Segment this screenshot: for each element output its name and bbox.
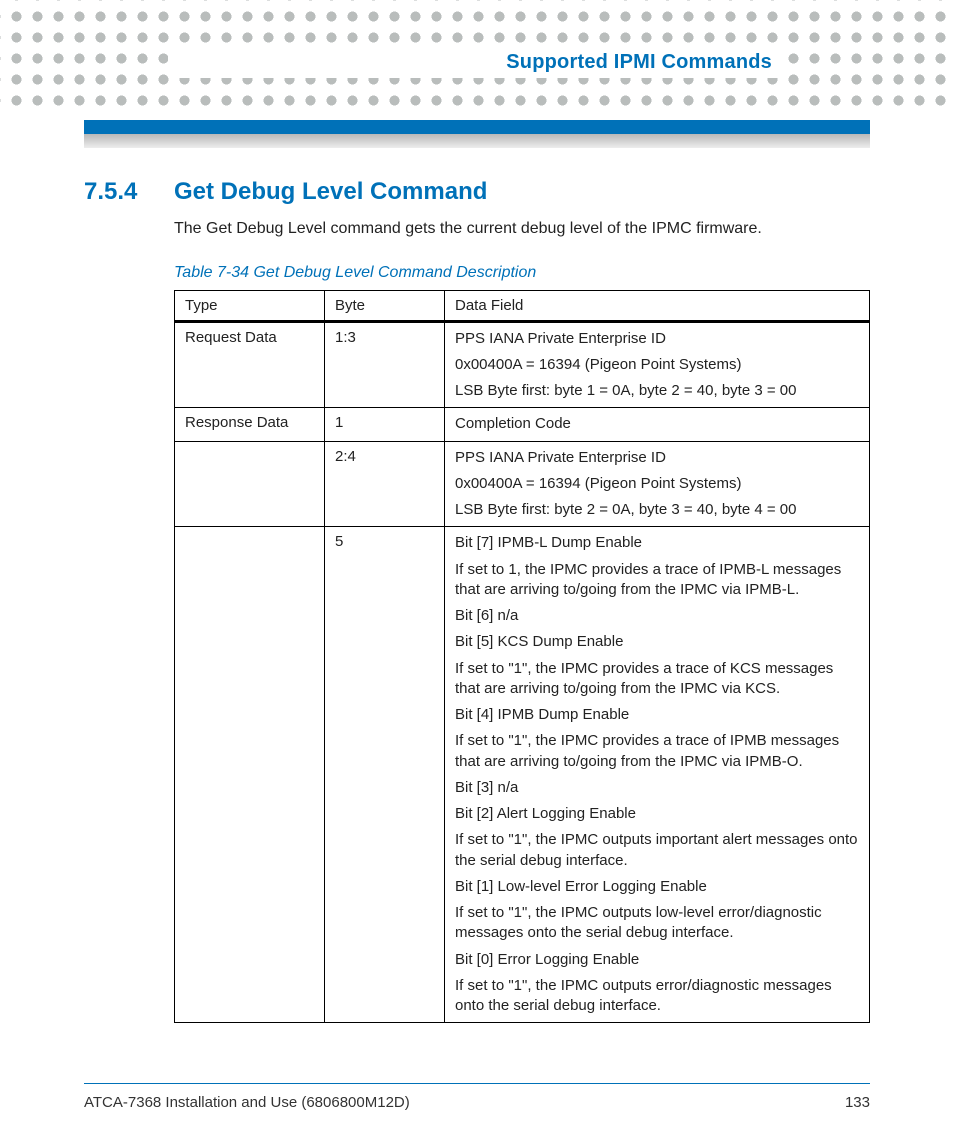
data-field-line: LSB Byte first: byte 2 = 0A, byte 3 = 40… [455,500,859,520]
data-field-line: Bit [6] n/a [455,606,859,626]
data-field-line: Bit [4] IPMB Dump Enable [455,705,859,725]
section-title: Get Debug Level Command [174,178,487,206]
cell-byte: 1 [325,408,445,441]
col-header-type: Type [175,290,325,321]
data-field-line: If set to "1", the IPMC outputs low-leve… [455,903,859,944]
page-footer: ATCA-7368 Installation and Use (6806800M… [84,1083,870,1111]
cell-type [175,527,325,1023]
divider-bars [0,120,954,148]
table-row: 2:4 PPS IANA Private Enterprise ID 0x00400… [175,441,870,527]
data-field-line: Completion Code [455,414,859,434]
cell-byte: 2:4 [325,441,445,527]
grey-gradient-bar [84,134,870,148]
chapter-title: Supported IPMI Commands [506,51,772,74]
cell-byte: 5 [325,527,445,1023]
footer-doc-title: ATCA-7368 Installation and Use (6806800M… [84,1094,410,1111]
data-field-line: If set to "1", the IPMC outputs error/di… [455,976,859,1017]
col-header-byte: Byte [325,290,445,321]
data-field-line: Bit [1] Low-level Error Logging Enable [455,877,859,897]
data-field-line: Bit [7] IPMB-L Dump Enable [455,533,859,553]
section-heading: 7.5.4 Get Debug Level Command [84,178,870,206]
data-field-line: Bit [0] Error Logging Enable [455,950,859,970]
data-field-line: If set to "1", the IPMC provides a trace… [455,659,859,700]
cell-data-field: PPS IANA Private Enterprise ID 0x00400A =… [445,441,870,527]
data-field-line: Bit [3] n/a [455,778,859,798]
page-content: 7.5.4 Get Debug Level Command The Get De… [0,148,954,1043]
data-field-line: PPS IANA Private Enterprise ID [455,448,859,468]
data-field-line: Bit [5] KCS Dump Enable [455,632,859,652]
table-row: 5 Bit [7] IPMB-L Dump Enable If set to 1, … [175,527,870,1023]
cell-type: Request Data [175,321,325,408]
cell-data-field: Completion Code [445,408,870,441]
col-header-data: Data Field [445,290,870,321]
blue-bar [84,120,870,134]
data-field-line: PPS IANA Private Enterprise ID [455,329,859,349]
footer-page-number: 133 [845,1094,870,1111]
chapter-title-pill: Supported IPMI Commands [168,46,786,78]
table-row: Response Data1 Completion Code [175,408,870,441]
table-header-row: Type Byte Data Field [175,290,870,321]
cell-data-field: Bit [7] IPMB-L Dump Enable If set to 1, t… [445,527,870,1023]
command-table: Type Byte Data Field Request Data1:3PPS … [174,290,870,1024]
cell-type: Response Data [175,408,325,441]
data-field-line: If set to "1", the IPMC outputs importan… [455,830,859,871]
table-caption: Table 7-34 Get Debug Level Command Descr… [174,264,870,282]
data-field-line: 0x00400A = 16394 (Pigeon Point Systems) [455,355,859,375]
cell-data-field: PPS IANA Private Enterprise ID 0x00400A =… [445,321,870,408]
cell-type [175,441,325,527]
data-field-line: If set to 1, the IPMC provides a trace o… [455,560,859,601]
data-field-line: 0x00400A = 16394 (Pigeon Point Systems) [455,474,859,494]
section-number: 7.5.4 [84,178,148,206]
data-field-line: Bit [2] Alert Logging Enable [455,804,859,824]
section-intro: The Get Debug Level command gets the cur… [174,218,870,240]
cell-byte: 1:3 [325,321,445,408]
data-field-line: If set to "1", the IPMC provides a trace… [455,731,859,772]
header-dot-band: Supported IPMI Commands [0,0,954,110]
table-row: Request Data1:3PPS IANA Private Enterpri… [175,321,870,408]
data-field-line: LSB Byte first: byte 1 = 0A, byte 2 = 40… [455,381,859,401]
